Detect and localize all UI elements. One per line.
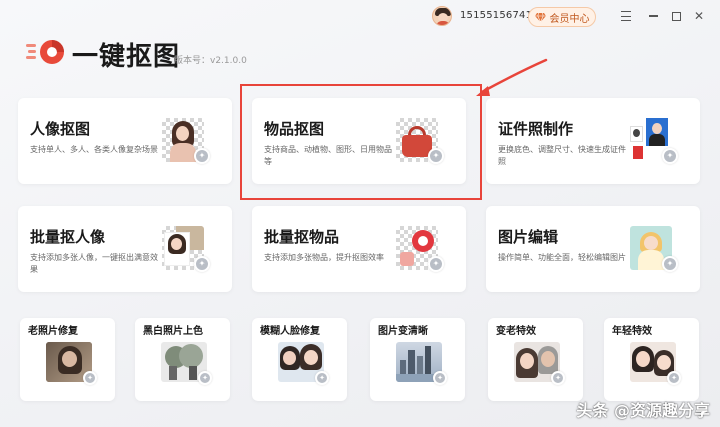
card-title: 批量抠物品 <box>264 228 340 246</box>
card-blur-face-repair[interactable]: 模糊人脸修复 ✦ <box>252 318 347 401</box>
maximize-icon[interactable] <box>669 9 683 23</box>
card-title: 模糊人脸修复 <box>260 326 320 337</box>
card-title: 图片编辑 <box>498 228 559 246</box>
wand-icon: ✦ <box>428 148 444 164</box>
app-logo-icon <box>26 39 66 65</box>
card-image-edit[interactable]: 图片编辑 操作简单、功能全面，轻松编辑图片 ✦ <box>486 206 700 292</box>
wand-icon: ✦ <box>662 148 678 164</box>
card-aging-effect[interactable]: 变老特效 ✦ <box>488 318 583 401</box>
menu-icon[interactable] <box>619 9 633 23</box>
wand-icon: ✦ <box>198 371 212 385</box>
card-old-photo-repair[interactable]: 老照片修复 ✦ <box>20 318 115 401</box>
user-phone: 15155156741 <box>460 10 533 21</box>
card-desc: 支持商品、动植物、图形、日用物品等 <box>264 145 392 166</box>
wand-icon: ✦ <box>433 371 447 385</box>
wand-icon: ✦ <box>667 371 681 385</box>
card-title: 证件照制作 <box>498 120 574 138</box>
wand-icon: ✦ <box>551 371 565 385</box>
app-version: 版本号：v2.1.0.0 <box>174 56 247 66</box>
card-desc: 支持添加多张物品，提升抠图效率 <box>264 253 384 262</box>
card-desc: 操作简单、功能全面，轻松编辑图片 <box>498 253 626 262</box>
card-bw-colorize[interactable]: 黑白照片上色 ✦ <box>135 318 230 401</box>
card-title: 物品抠图 <box>264 120 325 138</box>
diamond-icon <box>534 12 546 22</box>
card-batch-portrait[interactable]: 批量抠人像 支持添加多张人像，一键抠出满意效果 ✦ <box>18 206 232 292</box>
card-image-sharpen[interactable]: 图片变清晰 ✦ <box>370 318 465 401</box>
pointer-arrow-icon <box>476 58 548 96</box>
card-title: 年轻特效 <box>612 326 652 337</box>
vip-center-button[interactable]: 会员中心 <box>528 7 596 27</box>
wand-icon: ✦ <box>428 256 444 272</box>
title-bar: 15155156741 会员中心 ✕ <box>0 0 720 34</box>
user-avatar-icon[interactable] <box>432 6 452 26</box>
app-name: 一键抠图 <box>72 42 181 72</box>
card-portrait-cutout[interactable]: 人像抠图 支持单人、多人、各类人像复杂场景 ✦ <box>18 98 232 184</box>
card-title: 图片变清晰 <box>378 326 428 337</box>
card-title: 批量抠人像 <box>30 228 106 246</box>
wand-icon: ✦ <box>194 148 210 164</box>
card-title: 黑白照片上色 <box>143 326 203 337</box>
vip-center-label: 会员中心 <box>549 13 590 25</box>
card-title: 老照片修复 <box>28 326 78 337</box>
card-desc: 支持单人、多人、各类人像复杂场景 <box>30 145 158 154</box>
wand-icon: ✦ <box>83 371 97 385</box>
wand-icon: ✦ <box>194 256 210 272</box>
card-youth-effect[interactable]: 年轻特效 ✦ <box>604 318 699 401</box>
minimize-icon[interactable] <box>646 9 660 23</box>
wand-icon: ✦ <box>315 371 329 385</box>
card-desc: 支持添加多张人像，一键抠出满意效果 <box>30 253 158 274</box>
card-object-cutout[interactable]: 物品抠图 支持商品、动植物、图形、日用物品等 ✦ <box>252 98 466 184</box>
close-icon[interactable]: ✕ <box>692 9 706 23</box>
card-id-photo[interactable]: 证件照制作 更换底色、调整尺寸、快速生成证件照 ✦ <box>486 98 700 184</box>
watermark-text: 头条 @资源趣分享 <box>576 401 710 420</box>
card-title: 人像抠图 <box>30 120 91 138</box>
wand-icon: ✦ <box>662 256 678 272</box>
card-desc: 更换底色、调整尺寸、快速生成证件照 <box>498 145 626 166</box>
card-title: 变老特效 <box>496 326 536 337</box>
card-batch-object[interactable]: 批量抠物品 支持添加多张物品，提升抠图效率 ✦ <box>252 206 466 292</box>
